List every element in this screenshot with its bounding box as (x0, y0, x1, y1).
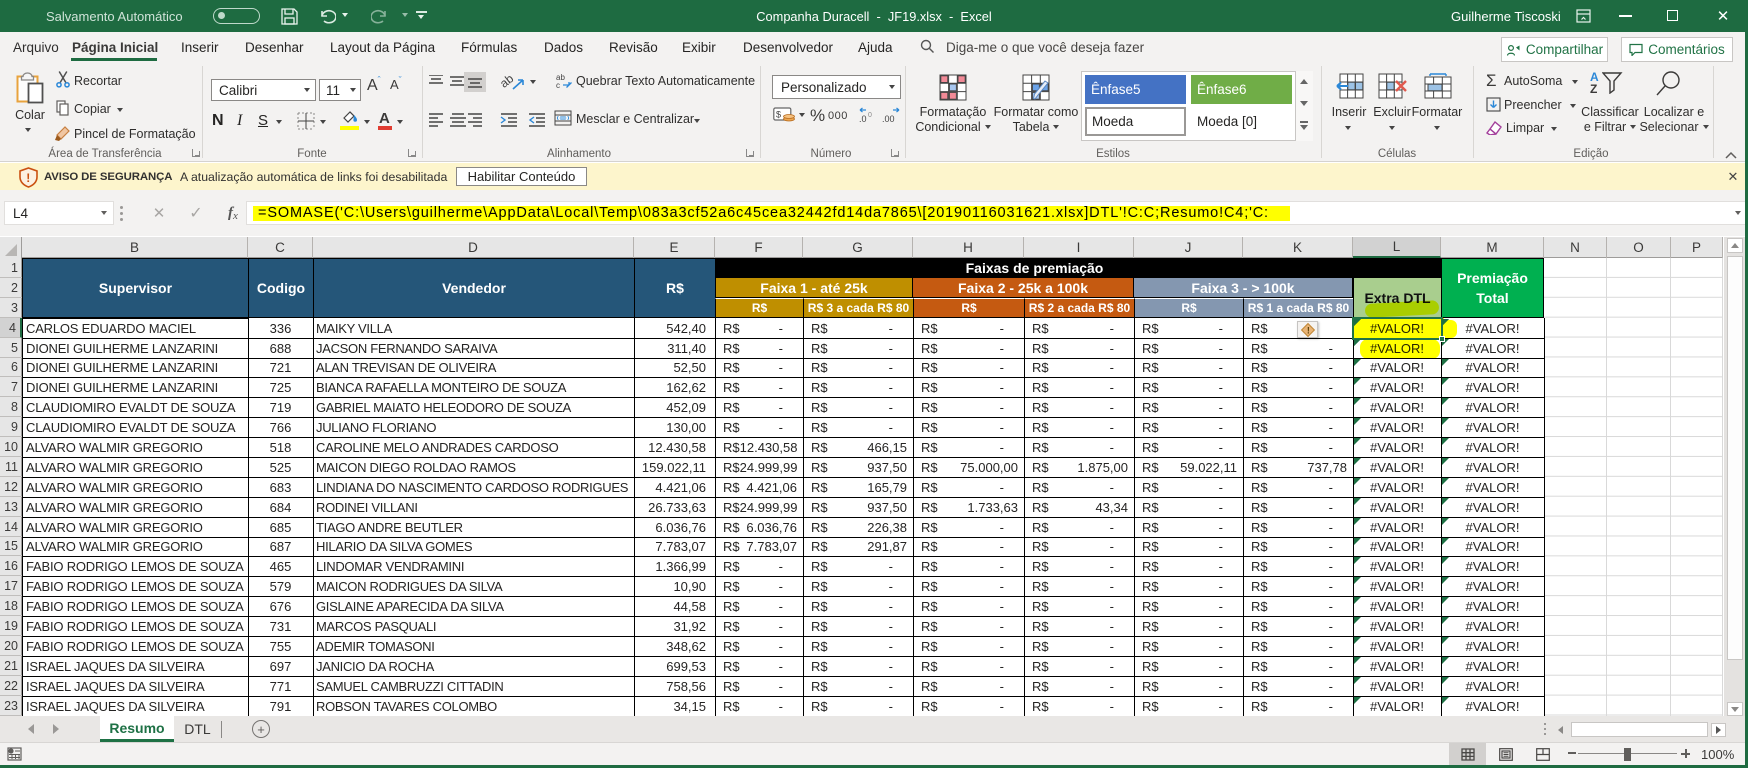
svg-text:0: 0 (868, 112, 872, 119)
svg-text:.0: .0 (859, 114, 867, 123)
svg-text:$: $ (776, 110, 781, 120)
svg-text:c: c (556, 81, 560, 89)
svg-text:!: ! (26, 171, 30, 185)
svg-text:.00: .00 (882, 114, 895, 123)
